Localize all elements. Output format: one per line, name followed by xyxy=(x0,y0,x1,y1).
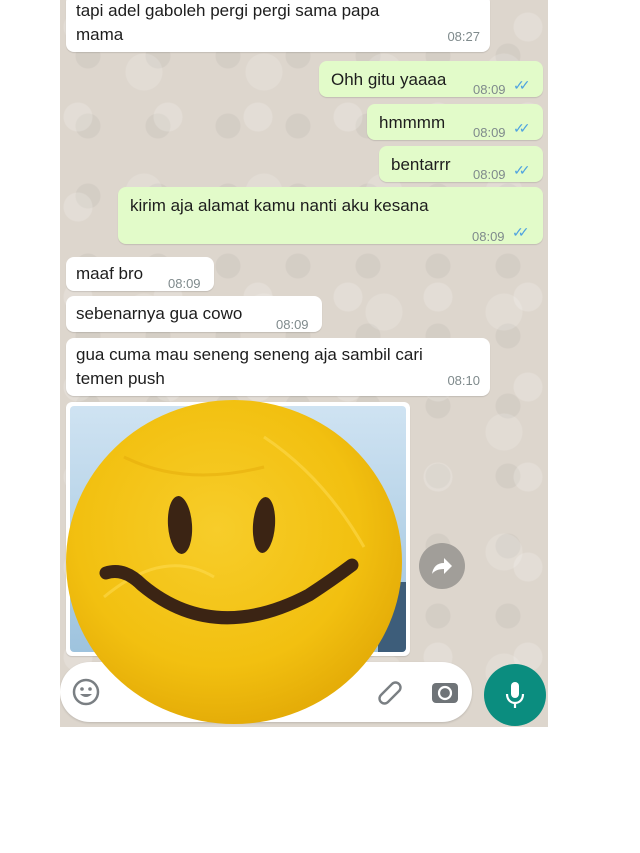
message-text: temen push xyxy=(76,369,165,388)
double-check-icon: ✓✓ xyxy=(513,162,531,178)
double-check-icon: ✓✓ xyxy=(512,224,530,240)
message-text: hmmmm xyxy=(379,113,446,132)
camera-button[interactable] xyxy=(429,676,461,708)
message-time: 08:09 xyxy=(473,82,506,97)
message-time: 08:09 xyxy=(168,276,201,291)
message-text: sebenarnya gua cowo xyxy=(76,304,243,323)
message-time: 08:27 xyxy=(447,29,480,44)
outgoing-message[interactable]: Ohh gitu yaaaa 08:09 ✓✓ xyxy=(319,61,543,97)
message-time: 08:09 xyxy=(473,167,506,182)
message-text: tapi adel gaboleh pergi pergi sama papa xyxy=(76,1,380,20)
incoming-message[interactable]: gua cuma mau seneng seneng aja sambil ca… xyxy=(66,338,490,396)
camera-icon xyxy=(432,683,458,703)
message-time: 08:10 xyxy=(447,373,480,388)
message-text: bentarrr xyxy=(391,155,451,174)
outgoing-message[interactable]: kirim aja alamat kamu nanti aku kesana 0… xyxy=(118,187,543,244)
smiley-face-sticker xyxy=(66,400,402,724)
outgoing-message[interactable]: bentarrr 08:09 ✓✓ xyxy=(379,146,543,182)
double-check-icon: ✓✓ xyxy=(513,77,531,93)
incoming-message[interactable]: sebenarnya gua cowo 08:09 xyxy=(66,296,322,332)
message-text: maaf bro xyxy=(76,264,144,283)
forward-button[interactable] xyxy=(419,543,465,589)
message-time: 08:09 xyxy=(472,229,505,244)
message-text: gua cuma mau seneng seneng aja sambil ca… xyxy=(76,345,423,364)
double-check-icon: ✓✓ xyxy=(513,120,531,136)
voice-message-button[interactable] xyxy=(484,664,546,726)
incoming-message[interactable]: maaf bro 08:09 xyxy=(66,257,214,291)
forward-icon xyxy=(432,558,452,574)
microphone-icon xyxy=(505,682,525,708)
message-text: kirim aja alamat kamu nanti aku kesana xyxy=(130,196,429,215)
message-time: 08:09 xyxy=(276,317,309,332)
message-text: mama xyxy=(76,25,124,44)
message-time: 08:09 xyxy=(473,125,506,140)
incoming-message[interactable]: tapi adel gaboleh pergi pergi sama papa … xyxy=(66,0,490,52)
message-text: Ohh gitu yaaaa xyxy=(331,70,447,89)
outgoing-message[interactable]: hmmmm 08:09 ✓✓ xyxy=(367,104,543,140)
